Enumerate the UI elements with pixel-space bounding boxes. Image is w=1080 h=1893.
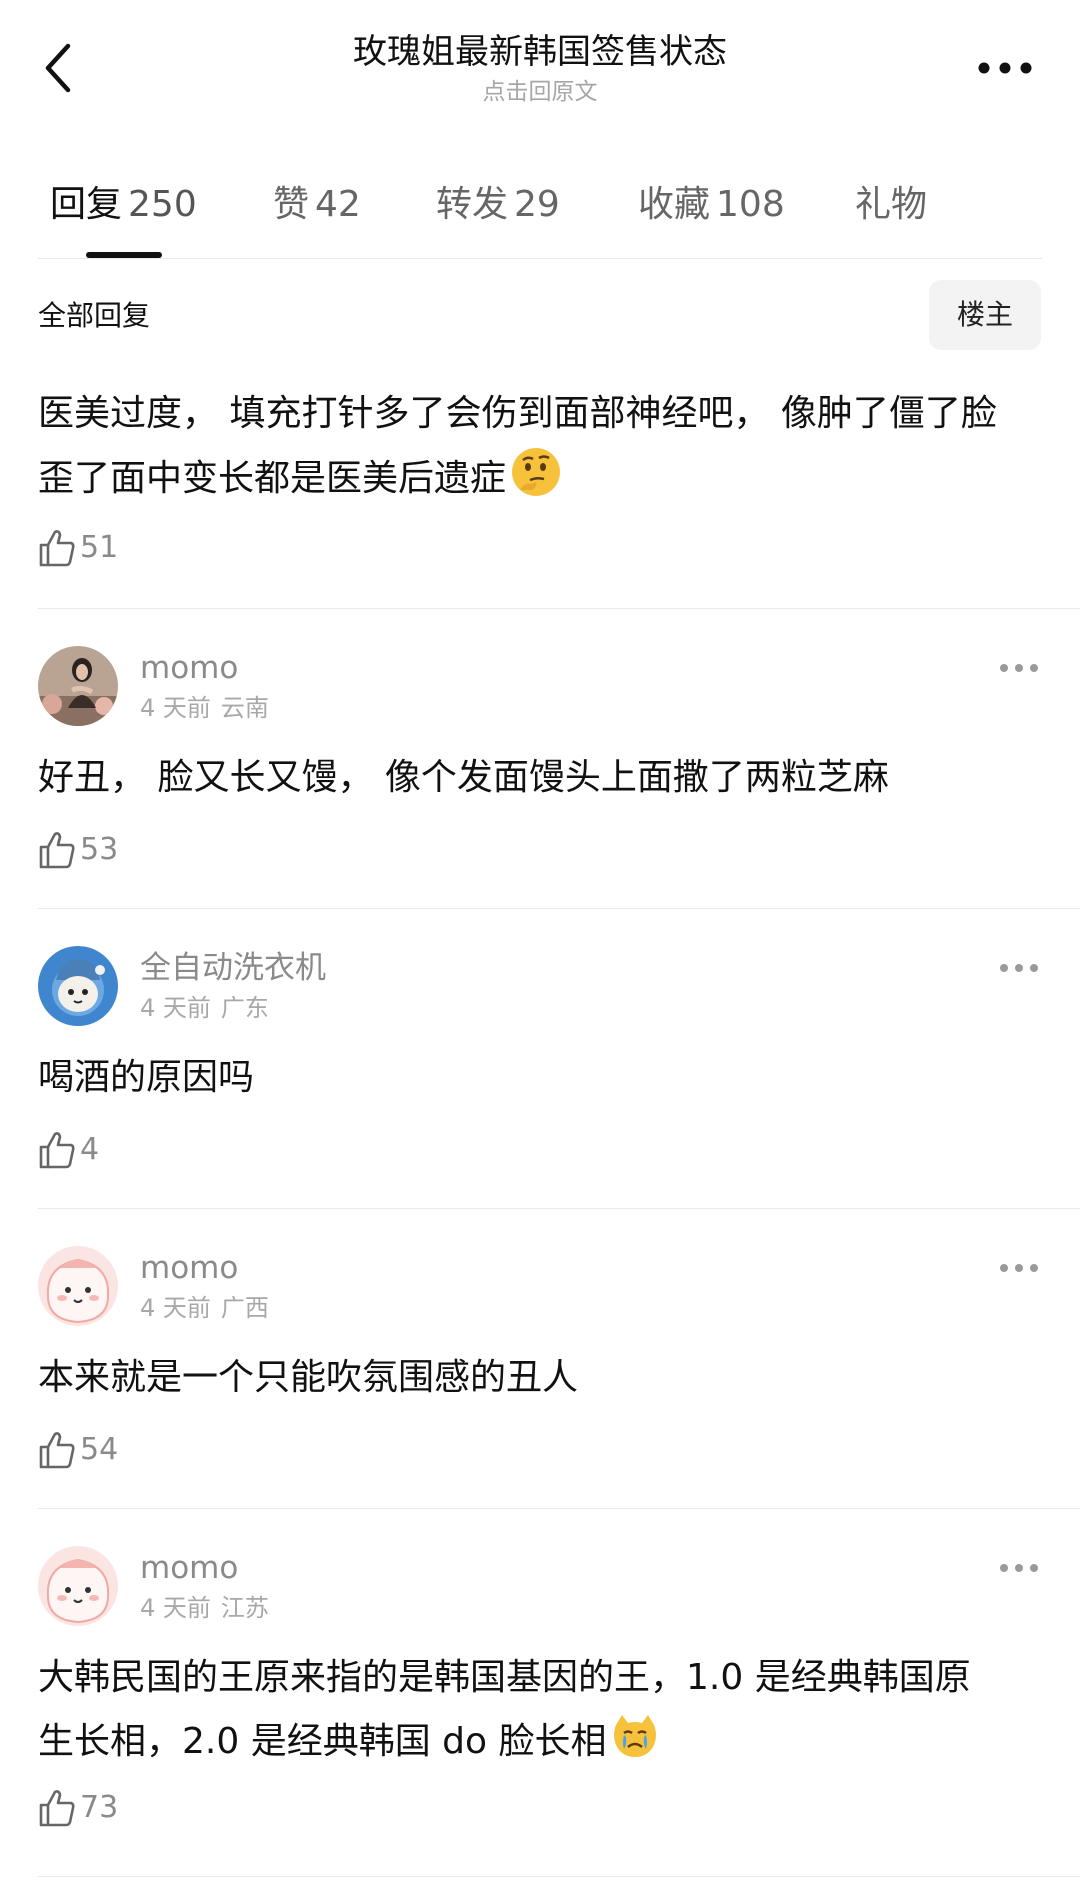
thumbs-up-icon [39, 530, 75, 567]
tab-bar: 回复 250 赞 42 转发 29 收藏 108 礼物 [0, 170, 1080, 260]
username[interactable]: 全自动洗衣机 [140, 948, 326, 988]
comment-divider [38, 908, 1080, 909]
comment-location: 广东 [220, 994, 269, 1022]
avatar[interactable] [38, 1546, 118, 1626]
comment-header: momo 4 天前 江苏 [38, 1546, 1042, 1630]
username[interactable]: momo [140, 648, 238, 688]
comment-text: 好丑， 脸又长又馒， 像个发面馒头上面撒了两粒芝麻 [38, 757, 889, 798]
comment-location: 云南 [220, 694, 269, 722]
comment-text: 喝酒的原因吗 [38, 1057, 255, 1098]
more-horizontal-icon [1000, 1564, 1038, 1572]
comment-meta: 4 天前 广西 [140, 1292, 269, 1324]
username[interactable]: momo [140, 1248, 238, 1288]
comment-meta: 4 天前 江苏 [140, 1592, 269, 1624]
comment-header: 全自动洗衣机 4 天前 广东 [38, 946, 1042, 1030]
title-block: 玫瑰姐最新韩国签售状态 点击回原文 [190, 30, 890, 108]
tab-replies[interactable]: 回复 250 [50, 182, 197, 228]
top-bar: 玫瑰姐最新韩国签售状态 点击回原文 [0, 0, 1080, 130]
like-button[interactable]: 53 [38, 828, 118, 872]
thinking-face-emoji [510, 446, 562, 519]
thumbs-up-icon [39, 1132, 75, 1169]
like-button[interactable]: 73 [38, 1786, 118, 1830]
comment-more-button[interactable] [996, 1258, 1042, 1278]
tab-favorites[interactable]: 收藏 108 [638, 182, 785, 228]
comment-meta: 4 天前 云南 [140, 692, 269, 724]
op-only-button[interactable]: 楼主 [929, 280, 1041, 350]
comment-meta: 4 天前 广东 [140, 992, 269, 1024]
all-replies-label: 全部回复 [38, 299, 151, 332]
crying-cat-emoji [610, 1711, 660, 1782]
comment-header: momo 4 天前 云南 [38, 646, 1042, 730]
comment-more-button[interactable] [996, 958, 1042, 978]
comment-divider [38, 1208, 1080, 1209]
comment-time: 4 天前 [140, 1294, 211, 1322]
comment-text: 医美过度， 填充打针多了会伤到面部神经吧， 像肿了僵了脸 歪了面中变长都是医美后… [38, 382, 1048, 519]
like-count: 53 [80, 832, 119, 867]
tab-divider [38, 258, 1042, 259]
like-button[interactable]: 51 [38, 526, 118, 570]
more-horizontal-icon [1000, 1264, 1038, 1272]
more-horizontal-icon [1000, 964, 1038, 972]
avatar[interactable] [38, 946, 118, 1026]
comment-more-button[interactable] [996, 1558, 1042, 1578]
comment-divider [38, 1876, 1080, 1877]
more-options-button[interactable] [970, 48, 1040, 88]
thumbs-up-icon [39, 1432, 75, 1469]
tab-gifts[interactable]: 礼物 [855, 182, 927, 228]
comment-time: 4 天前 [140, 994, 211, 1022]
comment-text: 本来就是一个只能吹氛围感的丑人 [38, 1357, 579, 1398]
back-to-original-link[interactable]: 点击回原文 [190, 76, 890, 108]
like-count: 54 [80, 1432, 119, 1467]
tab-likes[interactable]: 赞 42 [273, 182, 361, 228]
more-horizontal-icon [978, 62, 1032, 74]
comment-location: 广西 [220, 1294, 269, 1322]
more-horizontal-icon [1000, 664, 1038, 672]
chevron-left-icon [45, 43, 71, 93]
comment-divider [38, 1508, 1080, 1509]
comment-text: 大韩民国的王原来指的是韩国基因的王，1.0 是经典韩国原 生长相，2.0 是经典… [38, 1646, 1048, 1782]
comment-time: 4 天前 [140, 1594, 211, 1622]
avatar[interactable] [38, 1246, 118, 1326]
comment-location: 江苏 [220, 1594, 269, 1622]
comment-time: 4 天前 [140, 694, 211, 722]
thumbs-up-icon [39, 832, 75, 869]
like-count: 51 [80, 530, 119, 565]
like-count: 4 [80, 1132, 100, 1167]
comment-more-button[interactable] [996, 658, 1042, 678]
back-button[interactable] [28, 38, 88, 98]
avatar[interactable] [38, 646, 118, 726]
like-count: 73 [80, 1790, 119, 1825]
like-button[interactable]: 54 [38, 1428, 118, 1472]
like-button[interactable]: 4 [38, 1128, 99, 1172]
page-title: 玫瑰姐最新韩国签售状态 [353, 32, 727, 72]
tab-reposts[interactable]: 转发 29 [436, 182, 560, 228]
thumbs-up-icon [39, 1790, 75, 1827]
comment-header: momo 4 天前 广西 [38, 1246, 1042, 1330]
comment-divider [38, 608, 1080, 609]
username[interactable]: momo [140, 1548, 238, 1588]
